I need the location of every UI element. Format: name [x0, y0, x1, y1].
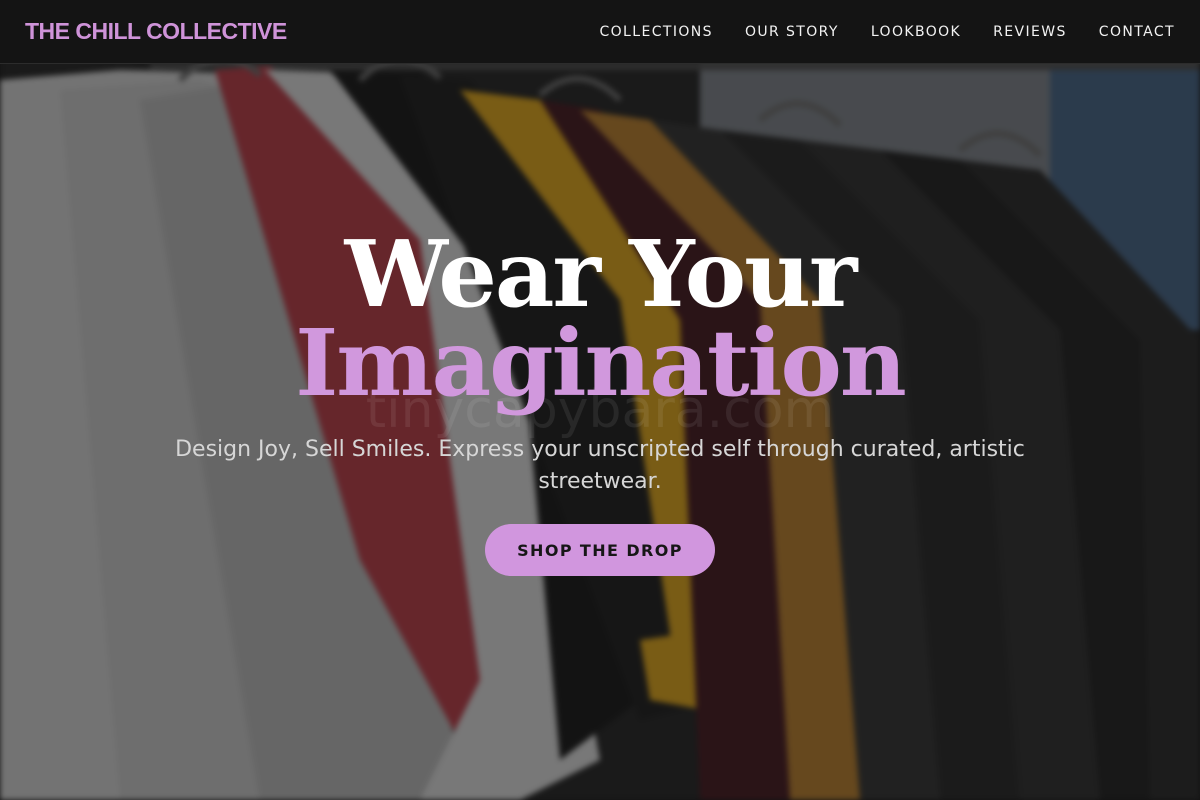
- nav-link-collections[interactable]: COLLECTIONS: [599, 24, 712, 40]
- nav-link-lookbook[interactable]: LOOKBOOK: [871, 24, 961, 40]
- brand-logo[interactable]: THE CHILL COLLECTIVE: [25, 18, 287, 45]
- nav-link-contact[interactable]: CONTACT: [1099, 24, 1175, 40]
- hero-headline-line1: Wear Your: [344, 220, 858, 328]
- hero-headline: Wear Your Imagination: [295, 220, 906, 418]
- nav-link-reviews[interactable]: REVIEWS: [993, 24, 1067, 40]
- nav-links: COLLECTIONS OUR STORY LOOKBOOK REVIEWS C…: [567, 24, 1175, 40]
- hero-headline-line2: Imagination: [295, 309, 906, 418]
- hero-subheadline: Design Joy, Sell Smiles. Express your un…: [175, 437, 1025, 495]
- hero-section: Wear Your Imagination Design Joy, Sell S…: [0, 220, 1200, 577]
- top-navbar: THE CHILL COLLECTIVE COLLECTIONS OUR STO…: [0, 0, 1200, 64]
- nav-link-our-story[interactable]: OUR STORY: [745, 24, 839, 40]
- shop-the-drop-button[interactable]: SHOP THE DROP: [485, 524, 715, 577]
